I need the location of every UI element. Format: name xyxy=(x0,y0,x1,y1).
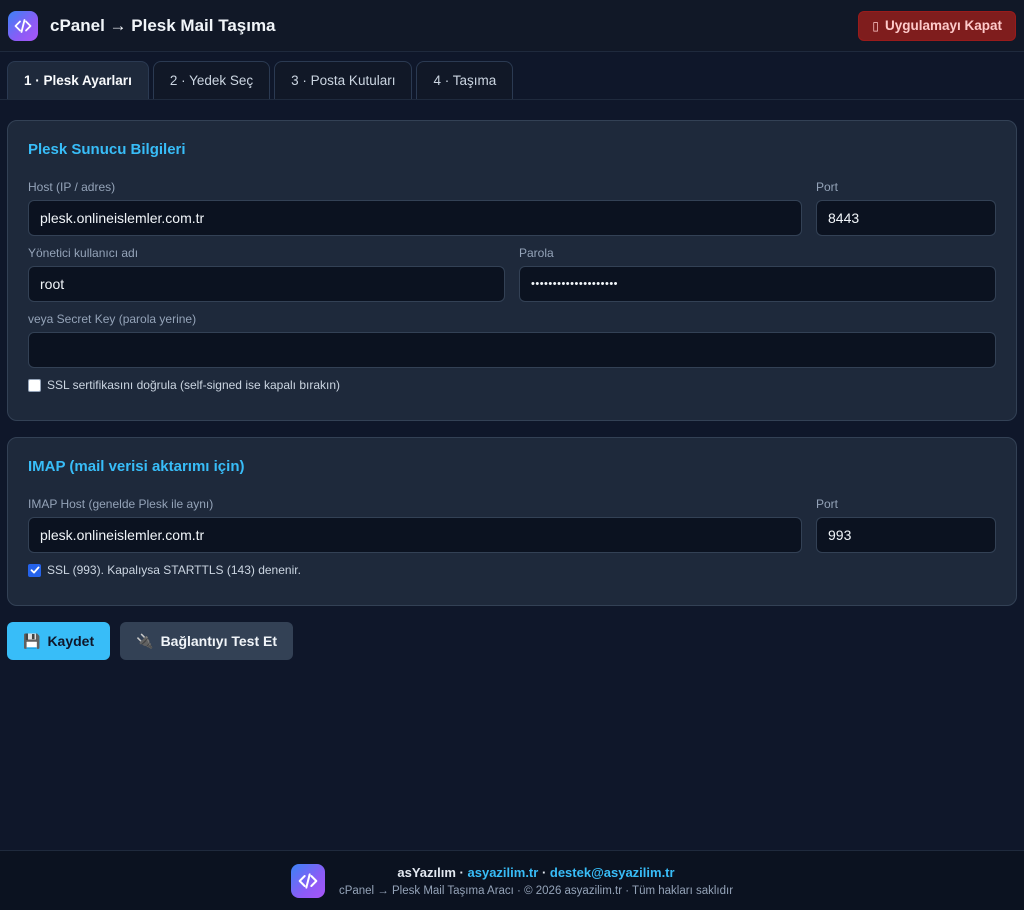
plug-icon: 🔌 xyxy=(136,632,154,649)
tab-plesk-settings[interactable]: 1 · Plesk Ayarları xyxy=(7,61,149,99)
app-title: cPanel → Plesk Mail Taşıma xyxy=(50,15,276,35)
wizard-tabs: 1 · Plesk Ayarları 2 · Yedek Seç 3 · Pos… xyxy=(0,52,1024,100)
plesk-user-input[interactable] xyxy=(28,266,505,302)
footer-separator: · xyxy=(538,864,550,880)
footer-logo xyxy=(290,863,325,898)
footer-email-link[interactable]: destek@asyazilim.tr xyxy=(550,865,675,880)
tab-mailboxes[interactable]: 3 · Posta Kutuları xyxy=(274,61,413,99)
test-connection-button[interactable]: 🔌 Bağlantıyı Test Et xyxy=(120,622,293,660)
imap-card-title: IMAP (mail verisi aktarımı için) xyxy=(28,458,245,475)
app-header: cPanel → Plesk Mail Taşıma ▯ Uygulamayı … xyxy=(0,0,1024,52)
footer-brand: asYazılım xyxy=(397,864,456,880)
footer-links: asYazılım · asyazilim.tr · destek@asyazi… xyxy=(339,865,733,880)
close-app-label: Uygulamayı Kapat xyxy=(884,18,1002,33)
app-logo xyxy=(8,10,38,41)
close-app-icon: ▯ xyxy=(872,18,879,33)
code-icon xyxy=(298,872,318,889)
plesk-password-input[interactable] xyxy=(519,266,996,302)
footer-separator: · xyxy=(455,864,468,880)
save-button[interactable]: 💾 Kaydet xyxy=(7,622,111,660)
plesk-secret-label: veya Secret Key (parola yerine) xyxy=(28,312,197,326)
form-actions: 💾 Kaydet 🔌 Bağlantıyı Test Et xyxy=(7,622,1017,660)
plesk-secret-input[interactable] xyxy=(28,332,996,368)
close-app-button[interactable]: ▯ Uygulamayı Kapat xyxy=(858,10,1016,41)
code-icon xyxy=(14,18,32,33)
save-button-label: Kaydet xyxy=(47,633,95,649)
app-footer: asYazılım · asyazilim.tr · destek@asyazi… xyxy=(0,850,1024,910)
imap-ssl-checkbox[interactable] xyxy=(28,563,41,577)
plesk-server-card: Plesk Sunucu Bilgileri Host (IP / adres)… xyxy=(7,120,1017,421)
imap-host-label: IMAP Host (genelde Plesk ile aynı) xyxy=(28,497,214,511)
tab-select-backup[interactable]: 2 · Yedek Seç xyxy=(152,61,271,99)
plesk-card-title: Plesk Sunucu Bilgileri xyxy=(28,141,186,158)
imap-card: IMAP (mail verisi aktarımı için) IMAP Ho… xyxy=(7,437,1017,606)
imap-host-input[interactable] xyxy=(28,517,802,553)
plesk-password-label: Parola xyxy=(519,246,554,260)
imap-port-input[interactable] xyxy=(816,517,996,553)
ssl-verify-label: SSL sertifikasını doğrula (self-signed i… xyxy=(47,378,341,392)
tab-migration[interactable]: 4 · Taşıma xyxy=(416,61,514,99)
plesk-host-label: Host (IP / adres) xyxy=(28,180,116,194)
plesk-port-input[interactable] xyxy=(816,200,996,236)
floppy-disk-icon: 💾 xyxy=(23,632,41,649)
footer-copyright: cPanel → Plesk Mail Taşıma Aracı · © 202… xyxy=(338,884,734,897)
imap-port-label: Port xyxy=(816,497,839,511)
imap-ssl-label: SSL (993). Kapalıysa STARTTLS (143) dene… xyxy=(47,563,301,577)
test-connection-label: Bağlantıyı Test Et xyxy=(160,633,277,649)
plesk-user-label: Yönetici kullanıcı adı xyxy=(28,246,139,260)
footer-site-link[interactable]: asyazilim.tr xyxy=(468,865,539,880)
plesk-host-input[interactable] xyxy=(28,200,802,236)
plesk-port-label: Port xyxy=(816,180,839,194)
checkmark-icon xyxy=(30,566,40,574)
ssl-verify-checkbox[interactable] xyxy=(28,378,41,392)
